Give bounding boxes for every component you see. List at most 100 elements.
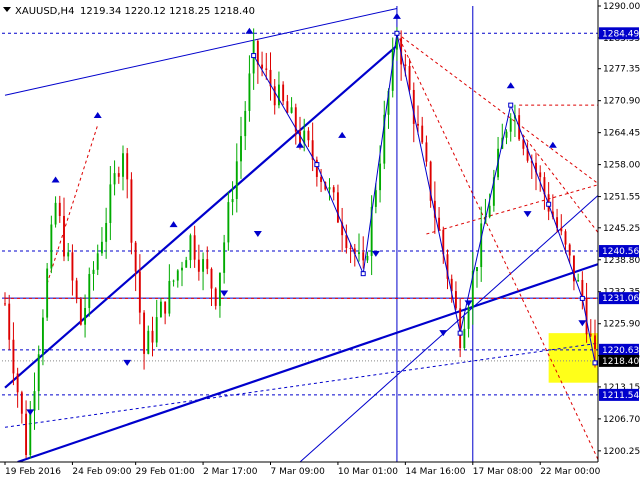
candle-body: [560, 227, 563, 232]
zigzag-node: [579, 295, 585, 301]
candle-body: [147, 330, 150, 354]
zigzag-node: [592, 360, 598, 366]
candle-body: [71, 252, 74, 281]
x-tick-label: 22 Mar 00:00: [540, 467, 600, 477]
candle-body: [273, 86, 276, 106]
chart-canvas[interactable]: 1290.001283.551277.351270.901264.451258.…: [0, 0, 640, 480]
candle-body: [206, 259, 209, 269]
x-tick-label: 17 Mar 08:00: [473, 467, 533, 477]
candle-body: [197, 259, 200, 272]
candle-body: [109, 184, 112, 223]
candle-body: [176, 270, 179, 281]
candle-body: [46, 268, 49, 318]
candle-body: [92, 269, 95, 274]
candle-body: [227, 202, 230, 243]
chart-background: [0, 0, 640, 480]
price-chart[interactable]: 1290.001283.551277.351270.901264.451258.…: [0, 0, 640, 480]
x-tick-label: 19 Feb 2016: [5, 467, 61, 477]
candle-body: [366, 255, 369, 261]
candle-body: [84, 307, 87, 325]
zigzag-node: [457, 330, 463, 336]
candle-body: [143, 312, 146, 354]
candle-body: [277, 84, 280, 106]
candle-body: [223, 242, 226, 273]
y-tick-label: 1258.00: [603, 161, 640, 171]
candle-body: [4, 303, 6, 305]
candle-body: [244, 110, 247, 137]
candle-body: [425, 142, 428, 162]
candle-body: [63, 215, 65, 257]
candle-body: [20, 392, 23, 414]
zigzag-node: [360, 271, 366, 277]
zigzag-node: [508, 102, 514, 108]
y-tick-label: 1245.25: [603, 224, 640, 234]
candle-body: [214, 288, 217, 306]
candle-body: [505, 131, 508, 138]
candle-body: [349, 248, 352, 250]
y-tick-label: 1225.90: [603, 320, 640, 330]
candle-body: [539, 172, 542, 178]
x-tick-label: 14 Mar 16:00: [405, 467, 465, 477]
candle-body: [307, 130, 310, 141]
candle-body: [248, 73, 251, 111]
candle-body: [290, 107, 293, 113]
candle-body: [37, 354, 40, 392]
candle-body: [320, 176, 323, 182]
y-tick-label: 1277.35: [603, 65, 640, 75]
candle-body: [16, 373, 19, 393]
candle-body: [117, 173, 120, 177]
candle-body: [564, 231, 567, 245]
y-tick-label: 1238.80: [603, 256, 640, 266]
candle-body: [25, 413, 28, 456]
candle-body: [265, 68, 268, 70]
candle-body: [286, 101, 289, 113]
candle-body: [41, 317, 44, 355]
y-tick-label: 1200.25: [603, 447, 640, 457]
candle-body: [374, 190, 377, 207]
candle-body: [75, 280, 78, 299]
candle-body: [421, 125, 424, 143]
x-tick-label: 29 Feb 01:00: [136, 467, 195, 477]
candle-body: [189, 235, 192, 261]
candle-body: [282, 84, 285, 102]
candle-body: [336, 192, 339, 223]
candle-body: [480, 223, 483, 268]
price-level-label: 1220.63: [602, 346, 639, 356]
candle-body: [96, 253, 99, 270]
candle-body: [454, 291, 457, 309]
candle-body: [134, 242, 137, 272]
candle-body: [261, 64, 264, 69]
y-tick-label: 1206.70: [603, 415, 640, 425]
candle-body: [210, 268, 213, 289]
candle-body: [126, 153, 129, 180]
candle-body: [8, 303, 11, 340]
price-level-label: 1211.54: [602, 391, 639, 401]
candle-body: [488, 205, 491, 218]
candle-body: [130, 179, 133, 243]
candle-body: [113, 173, 116, 185]
y-tick-label: 1270.90: [603, 97, 640, 107]
price-level-label: 1218.40: [602, 357, 639, 367]
candle-body: [240, 136, 242, 162]
candle-body: [358, 252, 360, 255]
price-level-label: 1240.56: [602, 247, 639, 257]
candle-body: [88, 273, 91, 308]
candle-body: [594, 335, 596, 350]
symbol-timeframe-label: XAUUSD,H4: [15, 6, 74, 17]
candle-body: [509, 118, 512, 132]
candle-body: [417, 123, 419, 126]
candle-body: [328, 187, 331, 190]
y-tick-label: 1251.55: [603, 193, 640, 203]
candle-body: [164, 301, 167, 314]
candle-body: [345, 235, 348, 249]
candle-body: [29, 410, 32, 456]
candle-body: [12, 339, 15, 374]
candle-body: [151, 330, 154, 343]
candle-body: [476, 267, 478, 272]
candle-body: [172, 280, 175, 282]
zigzag-node: [394, 30, 400, 36]
candle-body: [58, 202, 61, 216]
candle-body: [404, 64, 407, 67]
zigzag-node: [546, 201, 552, 207]
candle-body: [79, 298, 82, 325]
